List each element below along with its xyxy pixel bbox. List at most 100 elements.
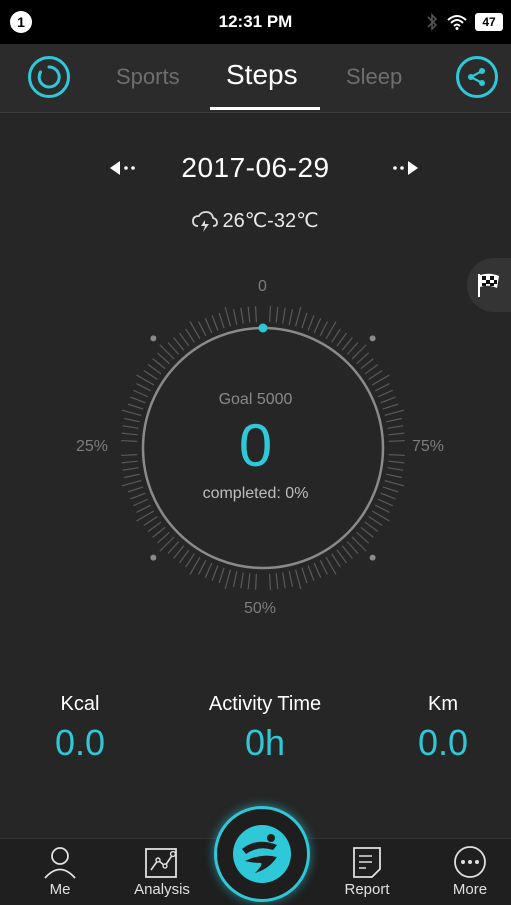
dial-tick xyxy=(374,382,390,392)
dial-tick xyxy=(268,573,272,590)
nav-report-label: Report xyxy=(344,881,390,898)
dial-tick xyxy=(282,307,286,324)
tab-sleep[interactable]: Sleep xyxy=(346,64,402,90)
dial-tick xyxy=(152,358,166,370)
share-icon xyxy=(468,68,485,86)
dial-tick xyxy=(121,409,142,416)
dial-tick xyxy=(384,409,405,416)
dial-tick xyxy=(268,306,272,323)
dial-tick xyxy=(313,562,322,578)
tab-underline xyxy=(210,107,320,110)
goal-label: Goal 5000 xyxy=(218,391,293,408)
dial-tick xyxy=(211,315,219,331)
battery-indicator: 47 xyxy=(475,13,503,31)
dial-marker-dot xyxy=(369,335,376,342)
runner-logo-icon xyxy=(233,825,291,883)
dial-tick xyxy=(218,312,225,329)
dial-tick xyxy=(157,352,170,365)
dial-tick xyxy=(331,328,341,343)
progress-indicator xyxy=(258,323,268,333)
date-navigation: 2017-06-29 xyxy=(0,150,511,190)
kcal-value: 0.0 xyxy=(54,722,106,763)
dial-tick xyxy=(136,504,152,514)
temperature-range: 26℃-32℃ xyxy=(222,210,319,232)
dial-tick xyxy=(136,510,155,522)
km-value: 0.0 xyxy=(417,722,469,763)
dial-tick xyxy=(218,567,225,584)
bluetooth-icon xyxy=(427,13,438,31)
kcal-label: Kcal xyxy=(60,693,100,715)
nav-analysis-label: Analysis xyxy=(134,881,190,898)
dial-tick xyxy=(360,358,374,370)
dial-tick xyxy=(371,510,390,522)
dial-marker-dot xyxy=(150,554,157,561)
dial-tick xyxy=(136,374,155,386)
dial-tick xyxy=(157,531,170,544)
dial-tick xyxy=(224,306,231,327)
kcal-stat: Kcal 0.0 xyxy=(20,693,140,764)
analysis-chart-icon xyxy=(145,848,177,878)
dial-tick xyxy=(143,516,158,526)
dial-tick xyxy=(247,573,251,590)
dial-tick xyxy=(152,526,166,538)
date-label: 2017-06-29 xyxy=(181,152,330,183)
more-dots-icon xyxy=(454,846,486,878)
dial-tick xyxy=(179,549,190,564)
dial-tick xyxy=(204,562,213,578)
step-progress-dial: 0 25% 75% 50% Goal 5000 0 completed: 0% xyxy=(0,270,511,630)
dial-label-0: 0 xyxy=(258,278,267,295)
dial-tick xyxy=(173,337,185,351)
weather-row: 26℃-32℃ xyxy=(0,208,511,233)
report-icon xyxy=(353,847,381,878)
tab-steps[interactable]: Steps xyxy=(226,59,298,91)
header: Sports Steps Sleep xyxy=(0,44,511,113)
dial-tick xyxy=(240,572,244,589)
nav-me[interactable]: Me xyxy=(15,845,105,898)
dial-tick xyxy=(167,342,180,355)
dial-tick xyxy=(364,364,379,375)
km-stat: Km 0.0 xyxy=(378,693,508,764)
nav-report[interactable]: Report xyxy=(322,845,412,898)
dial-tick xyxy=(356,352,369,365)
dial-tick xyxy=(288,571,294,588)
dial-tick xyxy=(360,526,374,538)
dial-tick xyxy=(240,307,244,324)
dial-tick xyxy=(254,573,258,590)
dial-tick xyxy=(307,315,315,331)
activity-time-stat: Activity Time 0h xyxy=(175,693,355,764)
dial-tick xyxy=(325,556,337,575)
next-day-icon[interactable] xyxy=(390,160,418,176)
thunderstorm-icon xyxy=(192,210,219,232)
person-icon xyxy=(44,847,76,879)
dial-tick xyxy=(307,565,315,581)
start-workout-button[interactable] xyxy=(214,806,310,902)
km-label: Km xyxy=(428,693,458,715)
dial-tick xyxy=(341,337,353,351)
activity-time-label: Activity Time xyxy=(208,693,322,715)
nav-more-label: More xyxy=(452,881,488,898)
dial-tick xyxy=(173,545,185,559)
tab-sports[interactable]: Sports xyxy=(116,64,180,90)
dial-tick xyxy=(295,569,302,590)
nav-analysis[interactable]: Analysis xyxy=(117,845,207,898)
dial-tick xyxy=(371,374,390,386)
dial-tick xyxy=(136,382,152,392)
dial-tick xyxy=(197,559,207,575)
dial-tick xyxy=(247,306,251,323)
dial-tick xyxy=(179,332,190,347)
completed-label: completed: 0% xyxy=(202,485,309,502)
dial-tick xyxy=(319,559,329,575)
dial-tick xyxy=(313,318,322,334)
nav-me-label: Me xyxy=(49,881,71,898)
dial-tick xyxy=(275,306,279,323)
dial-tick xyxy=(319,321,329,337)
share-button[interactable] xyxy=(456,56,498,98)
dial-tick xyxy=(197,321,207,337)
dial-tick xyxy=(336,549,347,564)
dial-tick xyxy=(232,571,238,588)
nav-more[interactable]: More xyxy=(425,845,511,898)
dial-tick xyxy=(147,364,162,375)
activity-time-value: 0h xyxy=(244,722,286,763)
dial-tick xyxy=(346,541,359,554)
status-bar: 1 12:31 PM 47 xyxy=(0,0,511,44)
